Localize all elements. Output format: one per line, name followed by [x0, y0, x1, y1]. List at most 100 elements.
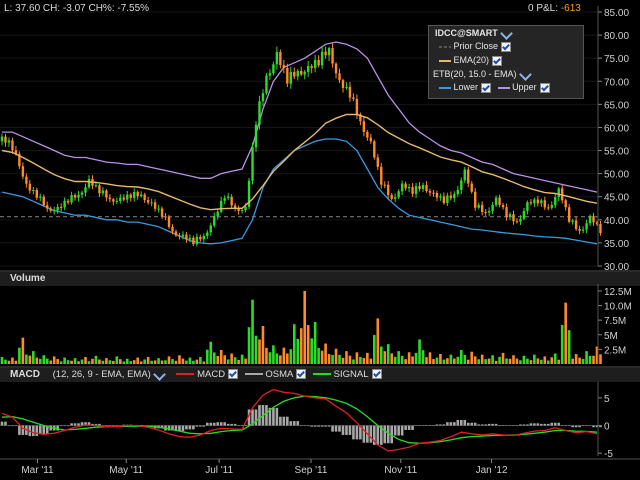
osma-bar[interactable]: [477, 424, 480, 426]
volume-bar[interactable]: [181, 358, 185, 364]
osma-bar[interactable]: [202, 425, 206, 427]
volume-bar[interactable]: [453, 358, 456, 364]
candle-body[interactable]: [279, 51, 282, 66]
candle-body[interactable]: [425, 185, 428, 192]
volume-bar[interactable]: [369, 358, 373, 364]
volume-bar[interactable]: [105, 358, 108, 364]
volume-bar[interactable]: [233, 357, 237, 364]
volume-bar[interactable]: [345, 351, 348, 364]
osma-bar[interactable]: [226, 423, 230, 426]
osma-bar[interactable]: [237, 424, 240, 426]
volume-bar[interactable]: [310, 338, 313, 364]
volume-bar[interactable]: [581, 358, 585, 364]
osma-bar[interactable]: [310, 425, 313, 427]
osma-bar[interactable]: [501, 425, 505, 426]
candle-body[interactable]: [411, 186, 414, 194]
volume-bar[interactable]: [393, 356, 397, 364]
osma-bar[interactable]: [470, 422, 474, 426]
candle-body[interactable]: [418, 186, 421, 190]
osma-bar[interactable]: [383, 425, 387, 444]
osma-bar[interactable]: [536, 423, 540, 426]
volume-bar[interactable]: [129, 361, 133, 364]
volume-bar[interactable]: [265, 347, 268, 364]
volume-bar[interactable]: [515, 358, 519, 364]
candle-body[interactable]: [324, 51, 327, 56]
osma-bar[interactable]: [275, 407, 279, 426]
candle-body[interactable]: [404, 183, 407, 189]
osma-bar[interactable]: [313, 425, 317, 427]
candle-body[interactable]: [366, 131, 369, 138]
candle-body[interactable]: [164, 216, 167, 218]
volume-bar[interactable]: [439, 354, 442, 364]
volume-bar[interactable]: [446, 358, 449, 364]
volume-bar[interactable]: [303, 290, 307, 364]
volume-bar[interactable]: [101, 360, 105, 364]
candle-body[interactable]: [178, 235, 181, 237]
osma-bar[interactable]: [188, 425, 192, 430]
volume-bar[interactable]: [536, 358, 540, 364]
candle-body[interactable]: [526, 202, 529, 212]
volume-bar[interactable]: [157, 358, 160, 364]
osma-bar[interactable]: [515, 425, 519, 427]
osma-bar[interactable]: [540, 423, 543, 426]
candle-body[interactable]: [407, 186, 411, 189]
osma-bar[interactable]: [400, 425, 404, 436]
candle-body[interactable]: [533, 199, 536, 204]
osma-bar[interactable]: [480, 424, 484, 426]
volume-bar[interactable]: [38, 358, 42, 364]
osma-bar[interactable]: [317, 425, 320, 427]
volume-bar[interactable]: [376, 318, 380, 364]
osma-bar[interactable]: [533, 423, 536, 426]
volume-bar[interactable]: [299, 328, 303, 364]
osma-bar[interactable]: [411, 425, 414, 430]
candle-body[interactable]: [136, 192, 139, 197]
osma-bar[interactable]: [320, 425, 324, 427]
volume-bar[interactable]: [508, 358, 512, 364]
candle-body[interactable]: [157, 208, 160, 210]
candle-body[interactable]: [362, 121, 366, 132]
candle-body[interactable]: [150, 202, 153, 204]
candle-body[interactable]: [192, 237, 195, 245]
osma-bar[interactable]: [369, 425, 373, 443]
candle-body[interactable]: [522, 211, 526, 219]
volume-bar[interactable]: [160, 360, 164, 364]
candle-body[interactable]: [355, 98, 359, 115]
candle-body[interactable]: [341, 80, 345, 88]
osma-bar[interactable]: [473, 422, 477, 426]
osma-bar[interactable]: [484, 424, 487, 426]
volume-bar[interactable]: [84, 356, 87, 364]
volume-bar[interactable]: [341, 357, 345, 364]
candle-body[interactable]: [223, 198, 226, 201]
volume-bar[interactable]: [501, 352, 505, 364]
osma-bar[interactable]: [543, 423, 547, 426]
osma-bar[interactable]: [167, 425, 171, 431]
candle-body[interactable]: [543, 200, 547, 208]
volume-bar[interactable]: [195, 359, 199, 364]
osma-bar[interactable]: [7, 425, 11, 427]
volume-bar[interactable]: [73, 358, 77, 364]
volume-bar[interactable]: [164, 360, 167, 364]
osma-bar[interactable]: [355, 425, 359, 440]
volume-bar[interactable]: [578, 357, 581, 364]
volume-bar[interactable]: [63, 357, 66, 364]
volume-bar[interactable]: [473, 356, 477, 364]
osma-bar[interactable]: [216, 422, 220, 426]
volume-bar[interactable]: [331, 354, 334, 364]
candle-body[interactable]: [487, 211, 491, 213]
osma-bar[interactable]: [324, 425, 327, 427]
osma-bar[interactable]: [414, 425, 418, 427]
candle-body[interactable]: [80, 192, 84, 195]
osma-bar[interactable]: [442, 424, 446, 426]
candle-body[interactable]: [39, 196, 42, 198]
pointer-icon[interactable]: [152, 368, 166, 381]
candle-body[interactable]: [77, 194, 80, 198]
candle-body[interactable]: [251, 147, 254, 181]
candle-body[interactable]: [536, 199, 540, 204]
osma-bar[interactable]: [574, 425, 578, 428]
osma-bar[interactable]: [35, 425, 39, 437]
volume-bar[interactable]: [414, 352, 418, 364]
osma-bar[interactable]: [77, 423, 80, 426]
osma-bar[interactable]: [345, 425, 348, 435]
volume-bar[interactable]: [32, 351, 35, 364]
volume-bar[interactable]: [522, 355, 526, 364]
